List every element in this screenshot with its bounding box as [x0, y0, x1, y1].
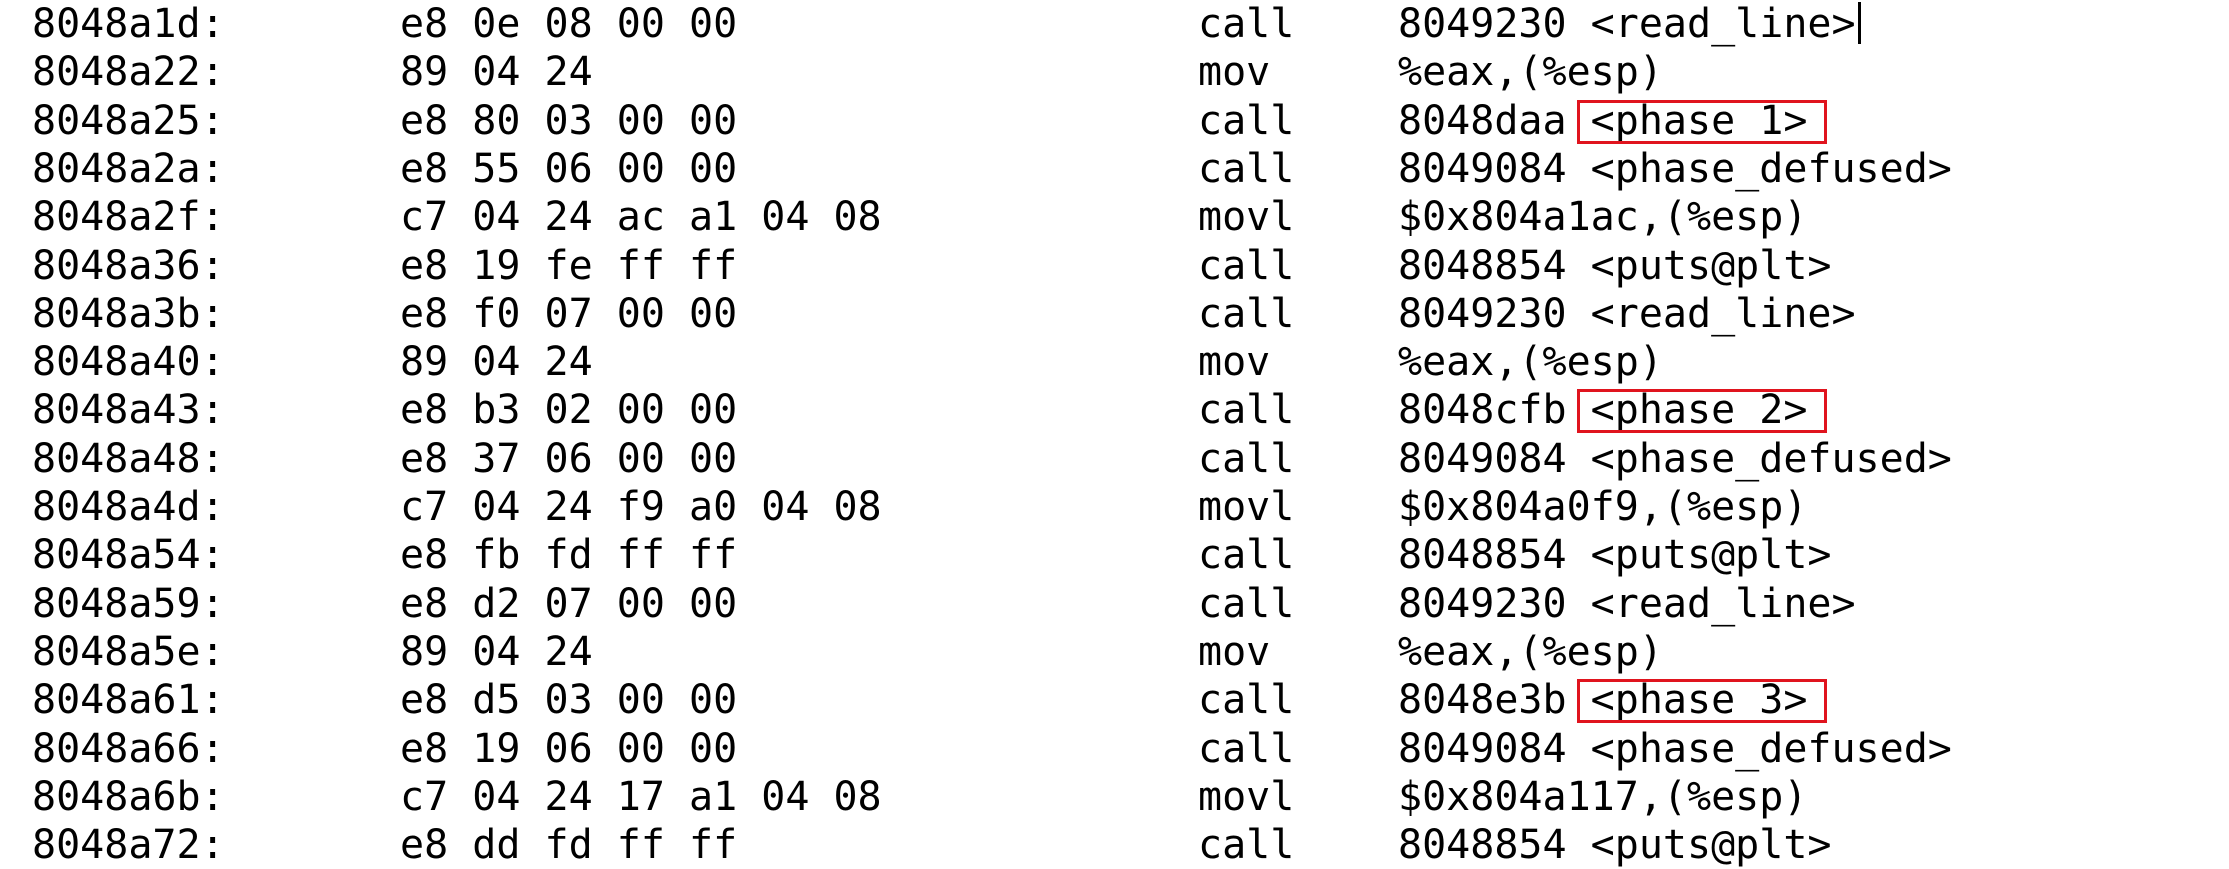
instruction-address: 8048a61: [32, 677, 225, 724]
instruction-mnemonic: movl [1198, 484, 1295, 530]
instruction-operands: 8048854 <puts@plt> [1398, 242, 1832, 289]
disassembly-line: 8048a25: e8 80 03 00 00 call 8048daa <phase… [0, 97, 2229, 145]
disassembly-line: 8048a36: e8 19 fe ff ff call 8048854 <puts@… [0, 242, 2229, 290]
instruction-bytes: e8 55 06 00 00 [400, 145, 738, 192]
instruction-address: 8048a48: [32, 435, 225, 482]
instruction-address: 8048a59: [32, 580, 225, 627]
instruction-address: 8048a5e: [32, 628, 225, 675]
instruction-mnemonic: call [1198, 532, 1295, 579]
disassembly-line: 8048a54: e8 fb fd ff ff call 8048854 <puts@… [0, 531, 2229, 579]
instruction-mnemonic: call [1198, 822, 1295, 869]
instruction-address: 8048a36: [32, 242, 225, 289]
instruction-mnemonic: call [1198, 677, 1295, 724]
instruction-bytes: e8 37 06 00 00 [400, 435, 738, 482]
instruction-mnemonic: call [1198, 725, 1295, 772]
instruction-mnemonic: movl [1198, 194, 1295, 241]
instruction-bytes: 89 04 24 [400, 49, 593, 96]
instruction-bytes: e8 19 06 00 00 [400, 725, 738, 772]
instruction-operands: 8048854 <puts@plt> [1398, 532, 1832, 579]
disassembly-line: 8048a4d: c7 04 24 f9 a0 04 08 movl $0x804a0… [0, 483, 2229, 531]
instruction-address: 8048a40: [32, 339, 225, 386]
disassembly-line: 8048a72: e8 dd fd ff ff call 8048854 <puts@… [0, 821, 2229, 869]
instruction-bytes: e8 d2 07 00 00 [400, 580, 738, 627]
disassembly-line: 8048a59: e8 d2 07 00 00 call 8049230 <read_… [0, 580, 2229, 628]
disassembly-line: 8048a3b: e8 f0 07 00 00 call 8049230 <read_… [0, 290, 2229, 338]
disassembly-line: 8048a2f: c7 04 24 ac a1 04 08 movl $0x804a1… [0, 193, 2229, 241]
instruction-address: 8048a1d: [32, 1, 225, 47]
disassembly-line: 8048a66: e8 19 06 00 00 call 8049084 <phase… [0, 725, 2229, 773]
instruction-operands: 8049084 <phase_defused> [1398, 145, 1952, 192]
instruction-address: 8048a66: [32, 725, 225, 772]
instruction-mnemonic: movl [1198, 773, 1295, 820]
instruction-operands: %eax,(%esp) [1398, 49, 1663, 96]
instruction-bytes: e8 b3 02 00 00 [400, 387, 738, 434]
instruction-operands: 8049230 <read_line> [1398, 580, 1856, 627]
instruction-operands: $0x804a1ac,(%esp) [1398, 194, 1808, 241]
instruction-address: 8048a4d: [32, 484, 225, 530]
instruction-bytes: e8 0e 08 00 00 [400, 1, 738, 47]
text-cursor [1857, 2, 1861, 44]
instruction-bytes: c7 04 24 17 a1 04 08 [400, 773, 882, 820]
instruction-bytes: e8 d5 03 00 00 [400, 677, 738, 724]
disassembly-line: 8048a22: 89 04 24 mov %eax,(%esp) [0, 48, 2229, 96]
disassembly-line: 8048a40: 89 04 24 mov %eax,(%esp) [0, 338, 2229, 386]
instruction-mnemonic: call [1198, 1, 1295, 47]
instruction-bytes: e8 dd fd ff ff [400, 822, 738, 869]
instruction-bytes: c7 04 24 f9 a0 04 08 [400, 484, 882, 530]
disassembly-line: 8048a2a: e8 55 06 00 00 call 8049084 <phase… [0, 145, 2229, 193]
instruction-address: 8048a43: [32, 387, 225, 434]
highlight-box [1576, 99, 1828, 144]
instruction-mnemonic: call [1198, 387, 1295, 434]
highlight-box [1576, 679, 1828, 724]
instruction-address: 8048a2a: [32, 145, 225, 192]
instruction-bytes: 89 04 24 [400, 339, 593, 386]
instruction-address: 8048a54: [32, 532, 225, 579]
disassembly-line: 8048a1d: e8 0e 08 00 00 call 8049230 <read_… [0, 0, 2229, 48]
instruction-operands: %eax,(%esp) [1398, 339, 1663, 386]
disassembly-listing[interactable]: 8048a1d: e8 0e 08 00 00 call 8049230 <read_… [0, 0, 2229, 868]
instruction-address: 8048a6b: [32, 773, 225, 820]
instruction-operands: 8049230 <read_line> [1398, 1, 1856, 47]
instruction-mnemonic: call [1198, 435, 1295, 482]
highlight-box [1576, 389, 1828, 434]
instruction-bytes: e8 fb fd ff ff [400, 532, 738, 579]
instruction-bytes: e8 f0 07 00 00 [400, 290, 738, 337]
instruction-mnemonic: call [1198, 145, 1295, 192]
instruction-mnemonic: mov [1198, 49, 1271, 96]
instruction-operands: $0x804a117,(%esp) [1398, 773, 1808, 820]
disassembly-line: 8048a43: e8 b3 02 00 00 call 8048cfb <phase… [0, 386, 2229, 434]
instruction-address: 8048a2f: [32, 194, 225, 241]
instruction-operands: 8048854 <puts@plt> [1398, 822, 1832, 869]
instruction-mnemonic: call [1198, 290, 1295, 337]
instruction-bytes: e8 80 03 00 00 [400, 97, 738, 144]
instruction-address: 8048a3b: [32, 290, 225, 337]
instruction-bytes: 89 04 24 [400, 628, 593, 675]
instruction-operands: %eax,(%esp) [1398, 628, 1663, 675]
instruction-operands: $0x804a0f9,(%esp) [1398, 484, 1808, 530]
instruction-bytes: e8 19 fe ff ff [400, 242, 738, 289]
instruction-address: 8048a25: [32, 97, 225, 144]
instruction-address: 8048a22: [32, 49, 225, 96]
disassembly-line: 8048a5e: 89 04 24 mov %eax,(%esp) [0, 628, 2229, 676]
instruction-mnemonic: mov [1198, 339, 1271, 386]
instruction-mnemonic: mov [1198, 628, 1271, 675]
disassembly-line: 8048a48: e8 37 06 00 00 call 8049084 <phase… [0, 435, 2229, 483]
instruction-address: 8048a72: [32, 822, 225, 869]
instruction-mnemonic: call [1198, 97, 1295, 144]
disassembly-line: 8048a6b: c7 04 24 17 a1 04 08 movl $0x804a1… [0, 773, 2229, 821]
instruction-mnemonic: call [1198, 580, 1295, 627]
instruction-mnemonic: call [1198, 242, 1295, 289]
instruction-bytes: c7 04 24 ac a1 04 08 [400, 194, 882, 241]
instruction-operands: 8049230 <read_line> [1398, 290, 1856, 337]
instruction-operands: 8049084 <phase_defused> [1398, 725, 1952, 772]
instruction-operands: 8049084 <phase_defused> [1398, 435, 1952, 482]
disassembly-line: 8048a61: e8 d5 03 00 00 call 8048e3b <phase… [0, 676, 2229, 724]
